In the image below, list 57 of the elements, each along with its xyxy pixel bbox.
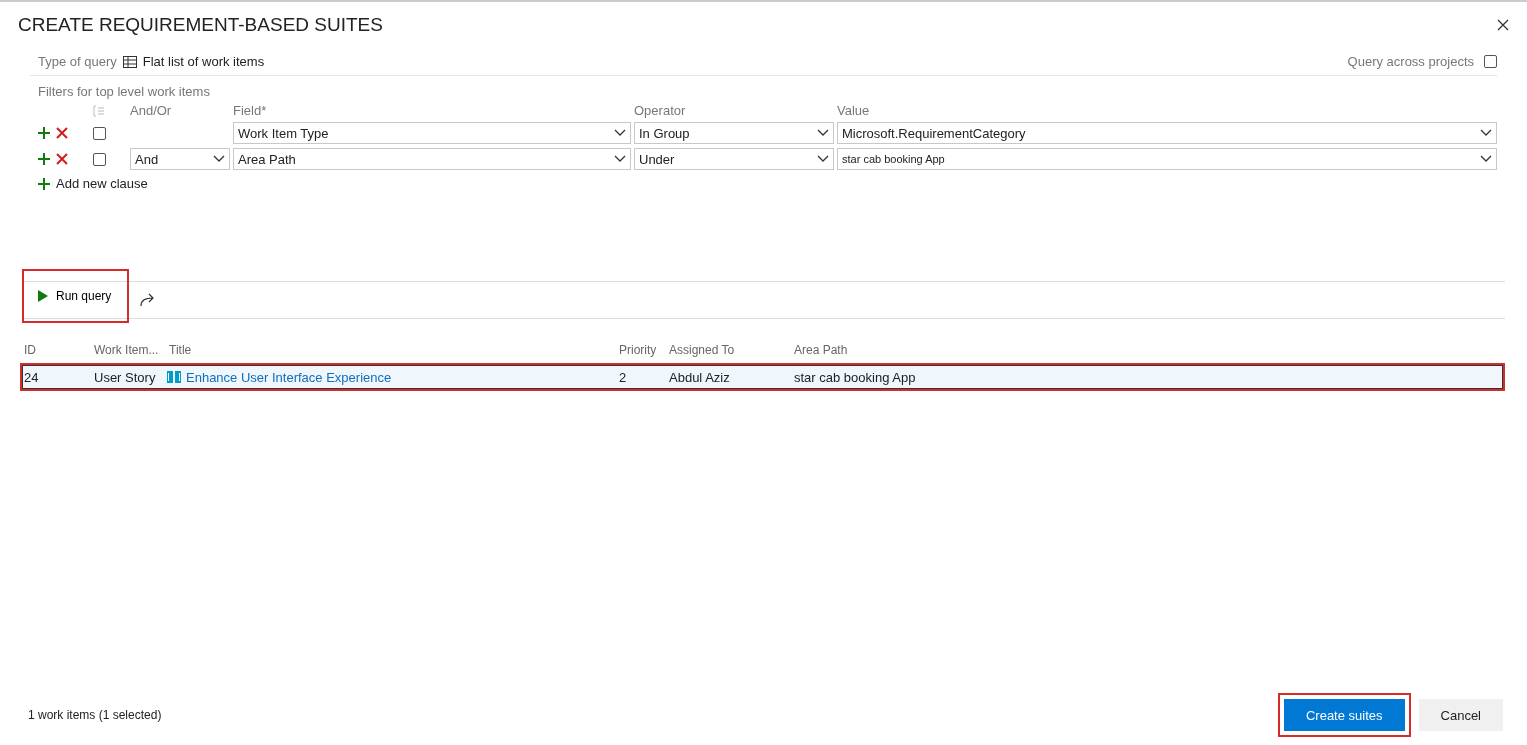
add-clause-icon[interactable] [38, 153, 50, 165]
status-text: 1 work items (1 selected) [28, 708, 162, 722]
column-header: ID [23, 343, 37, 357]
chevron-down-icon [817, 155, 829, 163]
column-header: Assigned To [668, 343, 736, 357]
field-dropdown[interactable]: Work Item Type [233, 122, 631, 144]
book-icon [167, 371, 181, 383]
column-header: Value [837, 103, 871, 118]
plus-icon [38, 127, 50, 139]
column-header: Operator [634, 103, 687, 118]
query-type-label: Type of query [38, 54, 117, 69]
table-cell-text: User Story [93, 369, 157, 385]
column-header: Field* [233, 103, 268, 118]
operator-dropdown[interactable]: Under [634, 148, 834, 170]
play-icon [38, 290, 48, 302]
operator-dropdown[interactable]: In Group [634, 122, 834, 144]
column-header: And/Or [130, 103, 173, 118]
group-clauses-icon [93, 104, 105, 117]
dialog-title: CREATE REQUIREMENT-BASED SUITES [18, 14, 383, 36]
delete-clause-icon[interactable] [56, 153, 68, 165]
create-suites-button[interactable]: Create suites [1283, 699, 1405, 731]
filters-label: Filters for top level work items [38, 84, 211, 99]
add-clause-icon[interactable] [38, 127, 50, 139]
table-icon [122, 55, 137, 68]
chevron-down-icon [213, 155, 225, 163]
and-or-dropdown[interactable]: And [130, 148, 230, 170]
plus-icon [38, 177, 50, 190]
checkbox[interactable] [93, 126, 106, 140]
query-across-projects-label: Query across projects [1347, 54, 1474, 69]
checkbox[interactable] [1484, 55, 1497, 68]
checkbox[interactable] [93, 152, 106, 166]
table-cell-text: 24 [23, 369, 40, 385]
work-item-link[interactable]: Enhance User Interface Experience [167, 369, 617, 385]
table-cell-text: star cab booking App [793, 369, 917, 385]
table-cell-text: 2 [618, 369, 628, 385]
chevron-down-icon [614, 155, 626, 163]
chevron-down-icon [1480, 129, 1492, 137]
column-header: Area Path [793, 343, 849, 357]
chevron-down-icon [614, 129, 626, 137]
cancel-button[interactable]: Cancel [1418, 699, 1503, 731]
plus-icon [38, 153, 50, 165]
value-dropdown[interactable]: star cab booking App [837, 148, 1497, 170]
column-header: Title [168, 343, 193, 357]
query-type-value[interactable]: Flat list of work items [142, 54, 265, 69]
table-cell-text: Abdul Aziz [668, 369, 731, 385]
field-dropdown[interactable]: Area Path [233, 148, 631, 170]
run-query-button[interactable]: Run query [24, 271, 128, 321]
chevron-down-icon [817, 129, 829, 137]
redo-icon[interactable] [139, 293, 156, 307]
delete-clause-icon[interactable] [56, 127, 68, 139]
result-row[interactable]: 24 User Story Enhance User Interface Experience 2 Abdul Aziz star cab booking App [20, 363, 1505, 391]
column-header: Priority [618, 343, 658, 357]
column-header: Work Item... [93, 343, 160, 357]
value-dropdown[interactable]: Microsoft.RequirementCategory [837, 122, 1497, 144]
close-icon[interactable] [1495, 17, 1511, 33]
chevron-down-icon [1480, 155, 1492, 163]
add-new-clause-button[interactable]: Add new clause [38, 176, 1497, 191]
